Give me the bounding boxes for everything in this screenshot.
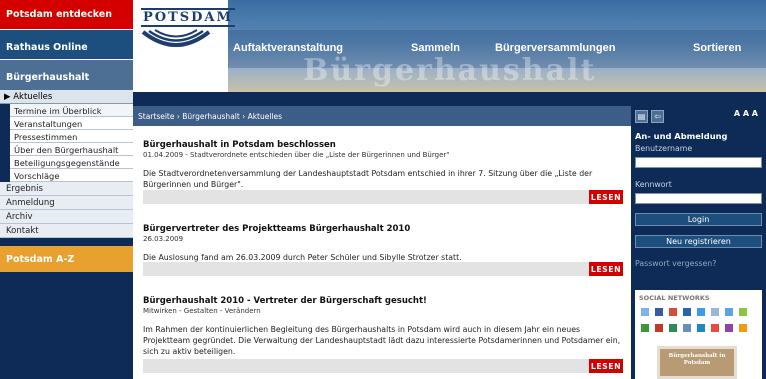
left-sidebar: Potsdam entdecken Rathaus Online Bürgerh… bbox=[0, 0, 133, 379]
right-column: ▤ ⇦ A A A An- und Abmeldung Benutzername… bbox=[631, 92, 766, 379]
xing-icon[interactable] bbox=[669, 324, 677, 332]
mister-wong-icon[interactable] bbox=[711, 308, 719, 316]
studivz-icon[interactable] bbox=[655, 324, 663, 332]
breadcrumb-spacer bbox=[133, 92, 631, 106]
buergerhaushalt-promo-image[interactable]: Bürgerhaushalt in Potsdam bbox=[657, 346, 737, 379]
article-item: Bürgerhaushalt 2010 - Vertreter der Bürg… bbox=[143, 296, 623, 357]
article-item: Bürgerhaushalt in Potsdam beschlossen 01… bbox=[143, 140, 623, 190]
potsdam-logo[interactable]: POTSDAM bbox=[133, 0, 235, 92]
sidebar-subitem-termine[interactable]: Termine im Überblick bbox=[10, 104, 133, 117]
stumbleupon-icon[interactable] bbox=[697, 324, 705, 332]
social-heading: SOCIAL NETWORKS bbox=[639, 294, 710, 302]
article-meta: 26.03.2009 bbox=[143, 235, 184, 243]
logo-emblem-icon bbox=[141, 29, 211, 47]
font-size-controls[interactable]: A A A bbox=[734, 109, 758, 118]
nav-sortieren[interactable]: Sortieren bbox=[693, 42, 741, 54]
digg-icon[interactable] bbox=[683, 308, 691, 316]
google-icon[interactable] bbox=[669, 308, 677, 316]
sidebar-subitem-beteiligung[interactable]: Beteiligungsgegenstände bbox=[10, 156, 133, 169]
twitter-icon[interactable] bbox=[697, 308, 705, 316]
myspace-icon[interactable] bbox=[683, 324, 691, 332]
promo-image-text: Bürgerhaushalt in Potsdam bbox=[668, 353, 726, 366]
username-label: Benutzername bbox=[635, 144, 693, 153]
sidebar-subitem-ueber[interactable]: Über den Bürgerhaushalt bbox=[10, 143, 133, 156]
article-body: Die Stadtverordnetenversammlung der Land… bbox=[143, 169, 593, 189]
social-networks-box: SOCIAL NETWORKS Bürgerhaushalt in Potsda… bbox=[635, 290, 762, 379]
password-label: Kennwort bbox=[635, 180, 672, 189]
article-meta: Mitwirken - Gestalten - Verändern bbox=[143, 307, 261, 315]
sidebar-subitem-vorschlaege[interactable]: Vorschläge bbox=[10, 169, 133, 182]
sidebar-item-rathaus-online[interactable]: Rathaus Online bbox=[0, 30, 133, 60]
article-meta: 01.04.2009 - Stadtverordnete entschieden… bbox=[143, 151, 450, 159]
article-title[interactable]: Bürgervertreter des Projektteams Bürgerh… bbox=[143, 224, 623, 234]
forgot-password-link[interactable]: Passwort vergessen? bbox=[635, 259, 716, 268]
nav-buergerversammlungen[interactable]: Bürgerversammlungen bbox=[495, 42, 615, 54]
article-title[interactable]: Bürgerhaushalt in Potsdam beschlossen bbox=[143, 140, 623, 150]
sidebar-item-ergebnis[interactable]: Ergebnis bbox=[0, 182, 133, 196]
yigg-icon[interactable] bbox=[725, 308, 733, 316]
sidebar-item-kontakt[interactable]: Kontakt bbox=[0, 224, 133, 238]
nav-sammeln[interactable]: Sammeln bbox=[411, 42, 460, 54]
webnews-icon[interactable] bbox=[641, 324, 649, 332]
sidebar-item-anmeldung[interactable]: Anmeldung bbox=[0, 196, 133, 210]
header-banner: Bürgerhaushalt POTSDAM Auftaktveranstalt… bbox=[133, 0, 766, 92]
sidebar-item-potsdam-az[interactable]: Potsdam A-Z bbox=[0, 246, 133, 272]
login-heading: An- und Abmeldung bbox=[635, 131, 728, 141]
read-more-button[interactable]: LESEN bbox=[589, 262, 623, 276]
article-footer-bar: LESEN bbox=[143, 262, 623, 276]
banner-image-text: Bürgerhaushalt bbox=[303, 53, 597, 88]
login-button[interactable]: Login bbox=[635, 213, 762, 226]
main-content: Bürgerhaushalt in Potsdam beschlossen 01… bbox=[133, 126, 631, 379]
username-input[interactable] bbox=[635, 157, 762, 168]
print-icon[interactable]: ▤ bbox=[635, 110, 648, 123]
rss-icon[interactable] bbox=[739, 324, 747, 332]
article-footer-bar: LESEN bbox=[143, 190, 623, 204]
password-input[interactable] bbox=[635, 193, 762, 204]
read-more-button[interactable]: LESEN bbox=[589, 359, 623, 373]
back-arrow-icon[interactable]: ⇦ bbox=[651, 110, 664, 123]
logo-wordmark: POTSDAM bbox=[141, 8, 235, 27]
sidebar-item-archiv[interactable]: Archiv bbox=[0, 210, 133, 224]
nav-auftaktveranstaltung[interactable]: Auftaktveranstaltung bbox=[233, 42, 343, 54]
article-footer-bar: LESEN bbox=[143, 359, 623, 373]
linkarena-icon[interactable] bbox=[739, 308, 747, 316]
sidebar-item-aktuelles[interactable]: ▶ Aktuelles bbox=[0, 90, 133, 104]
sidebar-subitem-pressestimmen[interactable]: Pressestimmen bbox=[10, 130, 133, 143]
breadcrumb[interactable]: Startseite › Bürgerhaushalt › Aktuelles bbox=[133, 106, 631, 126]
sidebar-subitem-veranstaltungen[interactable]: Veranstaltungen bbox=[10, 117, 133, 130]
register-button[interactable]: Neu registrieren bbox=[635, 235, 762, 248]
article-body: Im Rahmen der kontinuierlichen Begleitun… bbox=[143, 325, 621, 356]
facebook-icon[interactable] bbox=[655, 308, 663, 316]
delicious-icon[interactable] bbox=[641, 308, 649, 316]
read-more-button[interactable]: LESEN bbox=[589, 190, 623, 204]
sidebar-section-buergerhaushalt[interactable]: Bürgerhaushalt bbox=[0, 60, 133, 90]
reddit-icon[interactable] bbox=[711, 324, 719, 332]
article-item: Bürgervertreter des Projektteams Bürgerh… bbox=[143, 224, 623, 263]
technorati-icon[interactable] bbox=[725, 324, 733, 332]
page-tools: ▤ ⇦ A A A bbox=[635, 109, 762, 124]
article-title[interactable]: Bürgerhaushalt 2010 - Vertreter der Bürg… bbox=[143, 296, 623, 306]
sidebar-item-potsdam-entdecken[interactable]: Potsdam entdecken bbox=[0, 0, 133, 30]
